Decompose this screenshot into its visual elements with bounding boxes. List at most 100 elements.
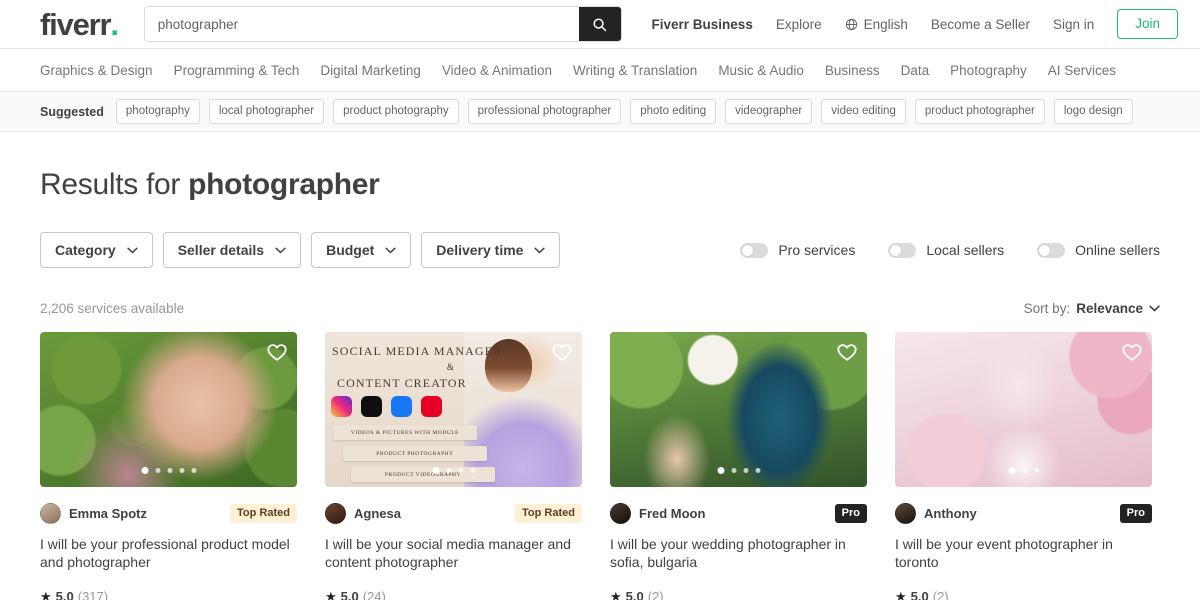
nav-sign-in[interactable]: Sign in [1053, 17, 1094, 32]
suggested-chip-video-editing[interactable]: video editing [821, 99, 906, 124]
nav-fiverr-business[interactable]: Fiverr Business [652, 17, 753, 32]
suggested-chip-professional-photographer[interactable]: professional photographer [467, 99, 622, 124]
chevron-down-icon [385, 247, 396, 253]
suggested-chip-product-photography[interactable]: product photography [333, 99, 459, 124]
catnav-item-graphics-design[interactable]: Graphics & Design [40, 63, 153, 78]
carousel-dot[interactable] [470, 468, 475, 473]
carousel-dot[interactable] [743, 468, 748, 473]
filter-delivery-time[interactable]: Delivery time [421, 232, 561, 268]
seller-name[interactable]: Agnesa [354, 506, 401, 521]
heart-icon[interactable] [836, 341, 858, 363]
filter-category[interactable]: Category [40, 232, 153, 268]
carousel-dot[interactable] [1034, 468, 1039, 473]
pro-services-switch[interactable] [740, 242, 769, 258]
carousel-dot[interactable] [141, 467, 148, 474]
carousel-dot[interactable] [731, 468, 736, 473]
suggested-chip-local-photographer[interactable]: local photographer [208, 99, 325, 124]
carousel-dot[interactable] [179, 468, 184, 473]
nav-explore[interactable]: Explore [776, 17, 822, 32]
online-sellers-switch[interactable] [1037, 242, 1066, 258]
carousel-dots[interactable] [717, 467, 760, 474]
rating-count: (2) [647, 588, 664, 600]
sort-by-value[interactable]: Relevance [1076, 301, 1143, 316]
gig-thumbnail[interactable]: SOCIAL MEDIA MANAGER & CONTENT CREATOR V… [325, 332, 582, 487]
join-button[interactable]: Join [1117, 8, 1178, 40]
carousel-dot[interactable] [432, 467, 439, 474]
toggle-pro-services[interactable]: Pro services [740, 242, 855, 258]
gig-title[interactable]: I will be your event photographer in tor… [895, 535, 1152, 572]
seller-name[interactable]: Anthony [924, 506, 977, 521]
catnav-item-data[interactable]: Data [901, 63, 930, 78]
gig-card[interactable]: Fred Moon Pro I will be your wedding pho… [610, 332, 867, 600]
carousel-dot[interactable] [446, 468, 451, 473]
catnav-item-video-animation[interactable]: Video & Animation [442, 63, 552, 78]
filter-seller-details[interactable]: Seller details [162, 232, 302, 268]
seller-row: Anthony Pro [895, 503, 1152, 524]
carousel-dot[interactable] [167, 468, 172, 473]
search-bar[interactable] [143, 6, 622, 42]
pinterest-icon [421, 396, 442, 417]
heart-icon[interactable] [551, 341, 573, 363]
carousel-dot[interactable] [458, 468, 463, 473]
carousel-dot[interactable] [155, 468, 160, 473]
rating-score: 5.0 [55, 588, 74, 600]
suggested-chip-photography[interactable]: photography [115, 99, 200, 124]
avatar[interactable] [895, 503, 916, 524]
gig-thumbnail[interactable] [895, 332, 1152, 487]
catnav-item-photography[interactable]: Photography [950, 63, 1027, 78]
seller-name[interactable]: Fred Moon [639, 506, 705, 521]
toggle-local-sellers-label: Local sellers [926, 242, 1005, 258]
suggested-label: Suggested [40, 104, 104, 119]
gig-thumbnail[interactable] [40, 332, 297, 487]
gig-card[interactable]: SOCIAL MEDIA MANAGER & CONTENT CREATOR V… [325, 332, 582, 600]
nav-language[interactable]: English [845, 17, 908, 32]
search-input[interactable] [144, 7, 579, 41]
catnav-item-ai-services[interactable]: AI Services [1048, 63, 1116, 78]
catnav-item-writing-translation[interactable]: Writing & Translation [573, 63, 697, 78]
seller-name[interactable]: Emma Spotz [69, 506, 147, 521]
catnav-item-programming-tech[interactable]: Programming & Tech [174, 63, 300, 78]
search-button[interactable] [578, 7, 621, 41]
catnav-item-digital-marketing[interactable]: Digital Marketing [320, 63, 421, 78]
catnav-item-business[interactable]: Business [825, 63, 880, 78]
suggested-chip-product-photographer[interactable]: product photographer [914, 99, 1045, 124]
local-sellers-switch[interactable] [888, 242, 917, 258]
suggested-chip-logo-design[interactable]: logo design [1053, 99, 1133, 124]
catnav-item-music-audio[interactable]: Music & Audio [718, 63, 804, 78]
results-meta-row: 2,206 services available Sort by: Releva… [40, 301, 1160, 316]
carousel-dot[interactable] [1022, 468, 1027, 473]
carousel-dots[interactable] [432, 467, 475, 474]
toggle-local-sellers[interactable]: Local sellers [888, 242, 1004, 258]
logo-text: fiverr [40, 6, 112, 42]
avatar[interactable] [610, 503, 631, 524]
toggle-online-sellers[interactable]: Online sellers [1037, 242, 1160, 258]
avatar[interactable] [40, 503, 61, 524]
carousel-dots[interactable] [141, 467, 196, 474]
suggested-chip-videographer[interactable]: videographer [725, 99, 813, 124]
heart-icon[interactable] [266, 341, 288, 363]
heart-icon[interactable] [1121, 341, 1143, 363]
toggle-pro-services-label: Pro services [778, 242, 856, 258]
gig-title[interactable]: I will be your professional product mode… [40, 535, 297, 572]
gig-card[interactable]: Anthony Pro I will be your event photogr… [895, 332, 1152, 600]
page-title-prefix: Results for [40, 168, 189, 201]
chevron-down-icon [1149, 305, 1160, 312]
carousel-dots[interactable] [1008, 467, 1039, 474]
status-badge: Pro [1119, 503, 1152, 524]
nav-become-a-seller[interactable]: Become a Seller [931, 17, 1030, 32]
carousel-dot[interactable] [717, 467, 724, 474]
gig-thumbnail[interactable] [610, 332, 867, 487]
filter-budget[interactable]: Budget [311, 232, 412, 268]
suggested-chip-photo-editing[interactable]: photo editing [630, 99, 717, 124]
gig-title[interactable]: I will be your social media manager and … [325, 535, 582, 572]
carousel-dot[interactable] [755, 468, 760, 473]
sort-control[interactable]: Sort by: Relevance [1024, 301, 1160, 316]
carousel-dot[interactable] [191, 468, 196, 473]
fiverr-logo[interactable]: fiverr. [40, 6, 119, 42]
gig-title[interactable]: I will be your wedding photographer in s… [610, 535, 867, 572]
carousel-dot[interactable] [1008, 467, 1015, 474]
star-icon: ★ [40, 588, 52, 600]
avatar[interactable] [325, 503, 346, 524]
sort-by-label: Sort by: [1023, 301, 1071, 316]
gig-card[interactable]: Emma Spotz Top Rated I will be your prof… [40, 332, 297, 600]
